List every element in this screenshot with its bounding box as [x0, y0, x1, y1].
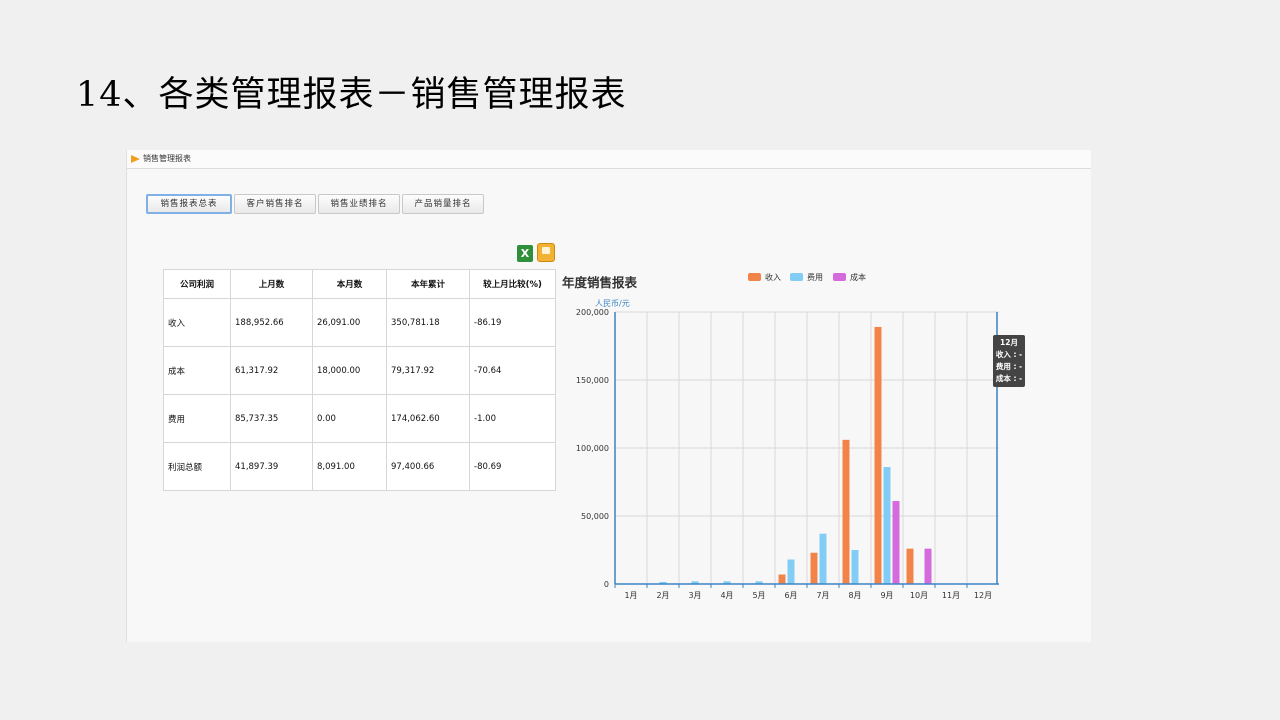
y-tick-label: 100,000	[576, 444, 609, 453]
print-icon[interactable]	[537, 243, 555, 262]
table-cell: 350,781.18	[386, 298, 470, 347]
bar-revenue	[874, 326, 882, 584]
table-cell: 利润总额	[163, 442, 231, 491]
y-tick-label: 0	[604, 580, 609, 589]
bar-expense	[883, 467, 891, 584]
bar-revenue	[906, 548, 914, 584]
col-header: 公司利润	[163, 269, 231, 299]
bar-revenue	[810, 552, 818, 584]
x-tick-label: 7月	[816, 591, 829, 600]
table-cell: 26,091.00	[312, 298, 387, 347]
y-tick-label: 50,000	[581, 512, 609, 521]
table-cell: 97,400.66	[386, 442, 470, 491]
col-header: 上月数	[230, 269, 313, 299]
col-header: 本年累计	[386, 269, 470, 299]
tooltip-line: 成本 : -	[995, 374, 1023, 383]
table-row: 收入 188,952.66 26,091.00 350,781.18 -86.1…	[163, 298, 556, 347]
x-tick-label: 1月	[624, 591, 637, 600]
table-header-row: 公司利润 上月数 本月数 本年累计 较上月比较(%)	[163, 269, 556, 299]
tab-customer-ranking[interactable]: 客户销售排名	[234, 194, 316, 214]
bar-expense	[851, 550, 859, 584]
col-header: 较上月比较(%)	[469, 269, 556, 299]
table-cell: 174,062.60	[386, 394, 470, 443]
profit-table: 公司利润 上月数 本月数 本年累计 较上月比较(%) 收入 188,952.66…	[163, 269, 556, 491]
table-cell: 41,897.39	[230, 442, 313, 491]
chart-tooltip: 12月 收入 : - 费用 : - 成本 : -	[993, 335, 1025, 387]
x-tick-label: 12月	[974, 591, 992, 600]
x-tick-label: 10月	[910, 591, 928, 600]
col-header: 本月数	[312, 269, 387, 299]
table-cell: 费用	[163, 394, 231, 443]
x-tick-label: 2月	[656, 591, 669, 600]
bar-cost	[924, 548, 932, 584]
tab-sales-summary[interactable]: 销售报表总表	[146, 194, 232, 214]
bar-expense	[819, 533, 827, 584]
table-cell: -70.64	[469, 346, 556, 395]
table-row: 费用 85,737.35 0.00 174,062.60 -1.00	[163, 394, 556, 443]
x-tick-label: 5月	[752, 591, 765, 600]
tab-product-ranking[interactable]: 产品销量排名	[402, 194, 484, 214]
table-cell: 61,317.92	[230, 346, 313, 395]
slide-title: 14、各类管理报表－销售管理报表	[76, 75, 627, 115]
tab-performance-ranking[interactable]: 销售业绩排名	[318, 194, 400, 214]
table-cell: 85,737.35	[230, 394, 313, 443]
excel-export-icon[interactable]: X	[517, 245, 533, 262]
x-tick-label: 6月	[784, 591, 797, 600]
table-cell: 188,952.66	[230, 298, 313, 347]
bar-expense	[787, 559, 795, 584]
table-cell: 收入	[163, 298, 231, 347]
table-cell: 0.00	[312, 394, 387, 443]
x-tick-label: 11月	[942, 591, 960, 600]
x-tick-label: 8月	[848, 591, 861, 600]
x-tick-label: 9月	[880, 591, 893, 600]
table-row: 成本 61,317.92 18,000.00 79,317.92 -70.64	[163, 346, 556, 395]
panel-header: 销售管理报表	[127, 150, 1091, 169]
table-cell: -86.19	[469, 298, 556, 347]
annual-sales-chart: 年度销售报表 收入 费用 成本 人民币/元 0 50,000 100,000 150,…	[559, 262, 1039, 607]
table-cell: -80.69	[469, 442, 556, 491]
table-cell: -1.00	[469, 394, 556, 443]
bar-revenue	[778, 574, 786, 584]
tooltip-line: 费用 : -	[995, 362, 1023, 371]
sales-report-panel: 销售管理报表 销售报表总表 客户销售排名 销售业绩排名 产品销量排名 X 公司利…	[126, 150, 1091, 642]
table-cell: 成本	[163, 346, 231, 395]
x-tick-label: 4月	[720, 591, 733, 600]
x-tick-label: 3月	[688, 591, 701, 600]
bar-plot: 0 50,000 100,000 150,000 200,000 1月 2月 3月 4月 5月 6月…	[576, 308, 999, 600]
tooltip-title: 12月	[1000, 338, 1018, 347]
table-cell: 8,091.00	[312, 442, 387, 491]
y-tick-label: 150,000	[576, 376, 609, 385]
bar-revenue	[842, 439, 850, 584]
tooltip-line: 收入 : -	[995, 350, 1023, 359]
bar-cost	[892, 501, 900, 584]
panel-header-title: 销售管理报表	[143, 154, 191, 163]
y-tick-label: 200,000	[576, 308, 609, 317]
table-row: 利润总额 41,897.39 8,091.00 97,400.66 -80.69	[163, 442, 556, 491]
arrow-right-icon	[131, 155, 140, 163]
table-cell: 18,000.00	[312, 346, 387, 395]
table-cell: 79,317.92	[386, 346, 470, 395]
